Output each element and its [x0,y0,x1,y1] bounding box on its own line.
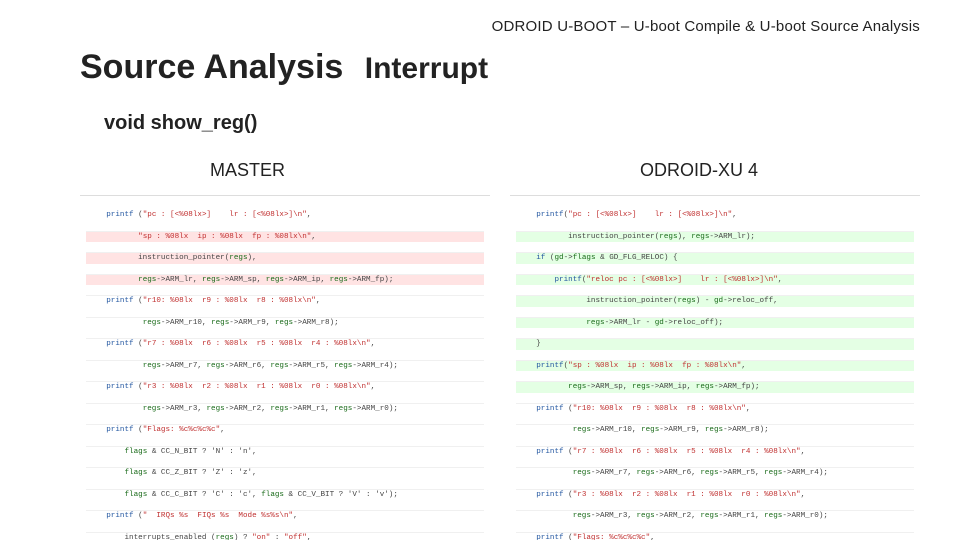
code-line: printf ("r10: %08lx r9 : %08lx r8 : %08l… [86,295,484,306]
code-line: "sp : %08lx ip : %08lx fp : %08lx\n", [86,231,484,242]
code-line: printf("sp : %08lx ip : %08lx fp : %08lx… [516,360,914,371]
code-line: instruction_pointer(regs), regs->ARM_lr)… [516,231,914,242]
code-line: printf ("pc : [<%08lx>] lr : [<%08lx>]\n… [86,210,484,220]
code-line: if (gd->flags & GD_FLG_RELOC) { [516,252,914,263]
code-line: regs->ARM_r3, regs->ARM_r2, regs->ARM_r1… [516,510,914,521]
page-title: Source Analysis Interrupt [80,48,488,87]
code-line: printf ("r3 : %08lx r2 : %08lx r1 : %08l… [86,381,484,392]
code-line: printf ("r7 : %08lx r6 : %08lx r5 : %08l… [516,446,914,457]
column-odroid: ODROID-XU 4 printf("pc : [<%08lx>] lr : … [510,160,920,540]
code-line: regs->ARM_sp, regs->ARM_ip, regs->ARM_fp… [516,381,914,392]
code-line: regs->ARM_r7, regs->ARM_r6, regs->ARM_r5… [516,467,914,478]
page-header: ODROID U-BOOT – U-boot Compile & U-boot … [0,18,920,35]
code-line: flags & CC_Z_BIT ? 'Z' : 'z', [86,467,484,478]
code-line: printf("reloc pc : [<%08lx>] lr : [<%08l… [516,274,914,285]
code-line: } [516,338,914,349]
code-line: instruction_pointer(regs) - gd->reloc_of… [516,295,914,306]
code-line: printf ("Flags: %c%c%c%c", [516,532,914,540]
code-line: regs->ARM_r10, regs->ARM_r9, regs->ARM_r… [86,317,484,328]
code-line: instruction_pointer(regs), [86,252,484,263]
code-line: printf ("r10: %08lx r9 : %08lx r8 : %08l… [516,403,914,414]
code-line: flags & CC_C_BIT ? 'C' : 'c', flags & CC… [86,489,484,500]
code-odroid: printf("pc : [<%08lx>] lr : [<%08lx>]\n"… [510,195,920,540]
code-line: printf("pc : [<%08lx>] lr : [<%08lx>]\n"… [516,210,914,220]
code-line: regs->ARM_lr - gd->reloc_off); [516,317,914,328]
code-line: flags & CC_N_BIT ? 'N' : 'n', [86,446,484,457]
code-line: printf ("r7 : %08lx r6 : %08lx r5 : %08l… [86,338,484,349]
code-master: printf ("pc : [<%08lx>] lr : [<%08lx>]\n… [80,195,490,540]
title-main: Source Analysis [80,48,343,86]
code-line: regs->ARM_r7, regs->ARM_r6, regs->ARM_r5… [86,360,484,371]
function-signature: void show_reg() [104,112,257,135]
code-line: printf ("Flags: %c%c%c%c", [86,424,484,435]
title-sub: Interrupt [365,52,488,85]
code-line: interrupts_enabled (regs) ? "on" : "off"… [86,532,484,540]
column-master: MASTER printf ("pc : [<%08lx>] lr : [<%0… [80,160,490,540]
code-line: printf ("r3 : %08lx r2 : %08lx r1 : %08l… [516,489,914,500]
column-odroid-heading: ODROID-XU 4 [640,160,920,181]
code-line: regs->ARM_r3, regs->ARM_r2, regs->ARM_r1… [86,403,484,414]
code-line: printf (" IRQs %s FIQs %s Mode %s%s\n", [86,510,484,521]
code-line: regs->ARM_r10, regs->ARM_r9, regs->ARM_r… [516,424,914,435]
column-master-heading: MASTER [210,160,490,181]
code-line: regs->ARM_lr, regs->ARM_sp, regs->ARM_ip… [86,274,484,285]
code-columns: MASTER printf ("pc : [<%08lx>] lr : [<%0… [80,160,920,540]
